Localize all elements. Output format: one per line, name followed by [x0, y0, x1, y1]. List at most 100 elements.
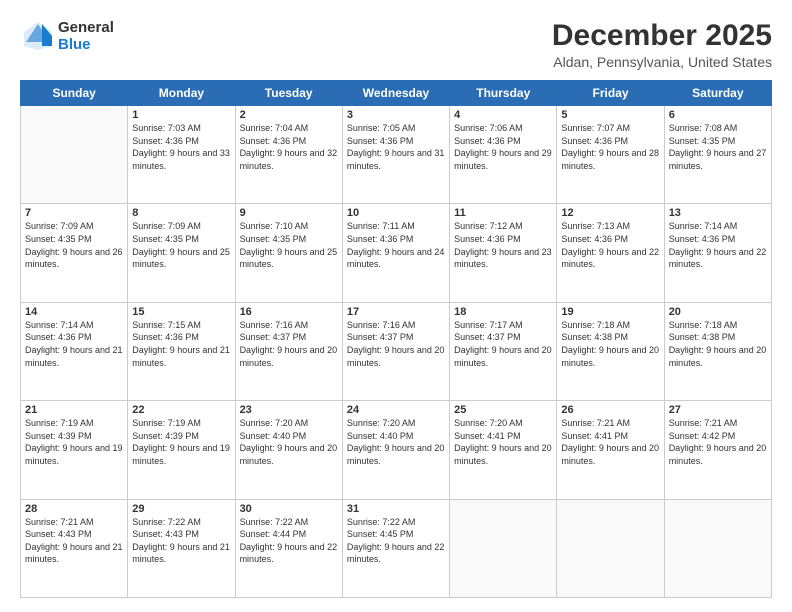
day-info: Sunrise: 7:03 AMSunset: 4:36 PMDaylight:… [132, 122, 230, 172]
day-info: Sunrise: 7:20 AMSunset: 4:41 PMDaylight:… [454, 417, 552, 467]
calendar-cell: 24Sunrise: 7:20 AMSunset: 4:40 PMDayligh… [342, 401, 449, 499]
main-title: December 2025 [552, 18, 772, 54]
calendar-cell [450, 499, 557, 597]
day-info: Sunrise: 7:20 AMSunset: 4:40 PMDaylight:… [347, 417, 445, 467]
calendar-cell: 21Sunrise: 7:19 AMSunset: 4:39 PMDayligh… [21, 401, 128, 499]
calendar-cell [664, 499, 771, 597]
day-number: 3 [347, 109, 445, 121]
day-info: Sunrise: 7:21 AMSunset: 4:42 PMDaylight:… [669, 417, 767, 467]
calendar-cell: 30Sunrise: 7:22 AMSunset: 4:44 PMDayligh… [235, 499, 342, 597]
logo-icon [20, 18, 56, 54]
day-number: 7 [25, 207, 123, 219]
calendar-cell: 9Sunrise: 7:10 AMSunset: 4:35 PMDaylight… [235, 204, 342, 302]
day-number: 19 [561, 306, 659, 318]
calendar-cell: 29Sunrise: 7:22 AMSunset: 4:43 PMDayligh… [128, 499, 235, 597]
calendar-cell: 19Sunrise: 7:18 AMSunset: 4:38 PMDayligh… [557, 302, 664, 400]
day-number: 20 [669, 306, 767, 318]
day-number: 18 [454, 306, 552, 318]
day-info: Sunrise: 7:21 AMSunset: 4:43 PMDaylight:… [25, 516, 123, 566]
day-info: Sunrise: 7:09 AMSunset: 4:35 PMDaylight:… [25, 220, 123, 270]
day-number: 13 [669, 207, 767, 219]
calendar-header-saturday: Saturday [664, 81, 771, 106]
day-info: Sunrise: 7:22 AMSunset: 4:44 PMDaylight:… [240, 516, 338, 566]
day-number: 30 [240, 503, 338, 515]
calendar-cell: 16Sunrise: 7:16 AMSunset: 4:37 PMDayligh… [235, 302, 342, 400]
day-number: 4 [454, 109, 552, 121]
calendar-header-row: SundayMondayTuesdayWednesdayThursdayFrid… [21, 81, 772, 106]
calendar-cell: 10Sunrise: 7:11 AMSunset: 4:36 PMDayligh… [342, 204, 449, 302]
day-number: 12 [561, 207, 659, 219]
day-info: Sunrise: 7:12 AMSunset: 4:36 PMDaylight:… [454, 220, 552, 270]
day-number: 26 [561, 404, 659, 416]
day-info: Sunrise: 7:21 AMSunset: 4:41 PMDaylight:… [561, 417, 659, 467]
calendar-cell: 22Sunrise: 7:19 AMSunset: 4:39 PMDayligh… [128, 401, 235, 499]
calendar-header-wednesday: Wednesday [342, 81, 449, 106]
calendar-cell: 8Sunrise: 7:09 AMSunset: 4:35 PMDaylight… [128, 204, 235, 302]
calendar-cell: 11Sunrise: 7:12 AMSunset: 4:36 PMDayligh… [450, 204, 557, 302]
day-info: Sunrise: 7:09 AMSunset: 4:35 PMDaylight:… [132, 220, 230, 270]
day-number: 8 [132, 207, 230, 219]
day-number: 22 [132, 404, 230, 416]
calendar-header-friday: Friday [557, 81, 664, 106]
calendar-cell: 20Sunrise: 7:18 AMSunset: 4:38 PMDayligh… [664, 302, 771, 400]
calendar-week-3: 21Sunrise: 7:19 AMSunset: 4:39 PMDayligh… [21, 401, 772, 499]
calendar-week-4: 28Sunrise: 7:21 AMSunset: 4:43 PMDayligh… [21, 499, 772, 597]
day-info: Sunrise: 7:10 AMSunset: 4:35 PMDaylight:… [240, 220, 338, 270]
day-number: 14 [25, 306, 123, 318]
calendar-header-monday: Monday [128, 81, 235, 106]
calendar-cell: 4Sunrise: 7:06 AMSunset: 4:36 PMDaylight… [450, 106, 557, 204]
day-info: Sunrise: 7:19 AMSunset: 4:39 PMDaylight:… [25, 417, 123, 467]
day-info: Sunrise: 7:04 AMSunset: 4:36 PMDaylight:… [240, 122, 338, 172]
calendar-cell: 12Sunrise: 7:13 AMSunset: 4:36 PMDayligh… [557, 204, 664, 302]
day-number: 17 [347, 306, 445, 318]
calendar-week-2: 14Sunrise: 7:14 AMSunset: 4:36 PMDayligh… [21, 302, 772, 400]
day-info: Sunrise: 7:22 AMSunset: 4:43 PMDaylight:… [132, 516, 230, 566]
day-info: Sunrise: 7:15 AMSunset: 4:36 PMDaylight:… [132, 319, 230, 369]
logo-blue: Blue [58, 36, 114, 53]
day-info: Sunrise: 7:14 AMSunset: 4:36 PMDaylight:… [669, 220, 767, 270]
calendar-cell: 23Sunrise: 7:20 AMSunset: 4:40 PMDayligh… [235, 401, 342, 499]
day-number: 31 [347, 503, 445, 515]
calendar-header-tuesday: Tuesday [235, 81, 342, 106]
calendar-header-sunday: Sunday [21, 81, 128, 106]
calendar-cell: 2Sunrise: 7:04 AMSunset: 4:36 PMDaylight… [235, 106, 342, 204]
day-number: 25 [454, 404, 552, 416]
day-info: Sunrise: 7:16 AMSunset: 4:37 PMDaylight:… [240, 319, 338, 369]
day-info: Sunrise: 7:17 AMSunset: 4:37 PMDaylight:… [454, 319, 552, 369]
day-info: Sunrise: 7:19 AMSunset: 4:39 PMDaylight:… [132, 417, 230, 467]
calendar-cell: 15Sunrise: 7:15 AMSunset: 4:36 PMDayligh… [128, 302, 235, 400]
day-number: 6 [669, 109, 767, 121]
calendar-week-1: 7Sunrise: 7:09 AMSunset: 4:35 PMDaylight… [21, 204, 772, 302]
calendar-cell: 7Sunrise: 7:09 AMSunset: 4:35 PMDaylight… [21, 204, 128, 302]
day-number: 1 [132, 109, 230, 121]
calendar-cell: 18Sunrise: 7:17 AMSunset: 4:37 PMDayligh… [450, 302, 557, 400]
day-number: 11 [454, 207, 552, 219]
calendar-cell: 28Sunrise: 7:21 AMSunset: 4:43 PMDayligh… [21, 499, 128, 597]
logo-text: General Blue [58, 19, 114, 53]
page: General Blue December 2025 Aldan, Pennsy… [0, 0, 792, 612]
calendar-cell: 13Sunrise: 7:14 AMSunset: 4:36 PMDayligh… [664, 204, 771, 302]
day-info: Sunrise: 7:11 AMSunset: 4:36 PMDaylight:… [347, 220, 445, 270]
day-info: Sunrise: 7:08 AMSunset: 4:35 PMDaylight:… [669, 122, 767, 172]
calendar-cell: 17Sunrise: 7:16 AMSunset: 4:37 PMDayligh… [342, 302, 449, 400]
day-info: Sunrise: 7:18 AMSunset: 4:38 PMDaylight:… [561, 319, 659, 369]
day-number: 28 [25, 503, 123, 515]
calendar-cell: 26Sunrise: 7:21 AMSunset: 4:41 PMDayligh… [557, 401, 664, 499]
day-number: 5 [561, 109, 659, 121]
day-number: 2 [240, 109, 338, 121]
calendar-cell: 14Sunrise: 7:14 AMSunset: 4:36 PMDayligh… [21, 302, 128, 400]
calendar-cell: 3Sunrise: 7:05 AMSunset: 4:36 PMDaylight… [342, 106, 449, 204]
title-block: December 2025 Aldan, Pennsylvania, Unite… [552, 18, 772, 70]
logo: General Blue [20, 18, 114, 54]
calendar-cell [557, 499, 664, 597]
day-number: 21 [25, 404, 123, 416]
calendar-table: SundayMondayTuesdayWednesdayThursdayFrid… [20, 80, 772, 598]
calendar-week-0: 1Sunrise: 7:03 AMSunset: 4:36 PMDaylight… [21, 106, 772, 204]
day-number: 27 [669, 404, 767, 416]
day-info: Sunrise: 7:18 AMSunset: 4:38 PMDaylight:… [669, 319, 767, 369]
day-number: 24 [347, 404, 445, 416]
logo-general: General [58, 19, 114, 36]
calendar-header-thursday: Thursday [450, 81, 557, 106]
day-info: Sunrise: 7:13 AMSunset: 4:36 PMDaylight:… [561, 220, 659, 270]
day-info: Sunrise: 7:14 AMSunset: 4:36 PMDaylight:… [25, 319, 123, 369]
